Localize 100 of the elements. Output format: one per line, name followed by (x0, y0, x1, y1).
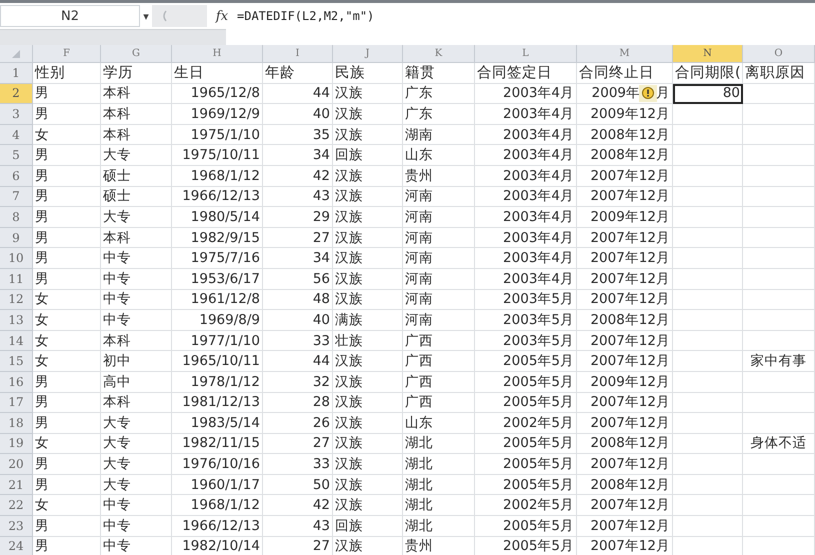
column-header[interactable]: M (577, 45, 673, 63)
table-cell: 大专 (101, 454, 172, 475)
table-cell: 女 (33, 351, 101, 372)
table-cell (673, 351, 743, 372)
table-cell: 汉族 (333, 536, 403, 555)
table-cell: 29 (263, 207, 333, 228)
row-header[interactable]: 22 (0, 495, 33, 516)
table-cell: 汉族 (333, 392, 403, 414)
table-cell: 2009年12月 (577, 104, 673, 125)
table-cell: 湖北 (403, 434, 475, 454)
dropdown-arrow[interactable]: ▾ (140, 10, 152, 22)
table-cell: 河南 (403, 186, 475, 208)
table-cell: 56 (263, 268, 333, 290)
column-header[interactable]: O (743, 45, 815, 63)
column-header[interactable]: H (172, 45, 263, 63)
name-box[interactable]: N2 (0, 5, 140, 27)
table-cell: 汉族 (333, 104, 403, 125)
table-cell: 男 (33, 413, 101, 434)
table-cell: 湖北 (403, 495, 475, 516)
table-cell: 33 (263, 454, 333, 475)
insert-function-button[interactable]: fx (207, 8, 237, 24)
row-header[interactable]: 23 (0, 516, 33, 537)
table-cell (673, 413, 743, 434)
row-header[interactable]: 15 (0, 351, 33, 372)
table-cell: 中专 (101, 310, 172, 331)
row-header[interactable]: 18 (0, 413, 33, 434)
table-cell (743, 124, 815, 146)
row-header[interactable]: 2 (0, 84, 33, 104)
row-header[interactable]: 1 (0, 63, 33, 84)
table-cell (743, 145, 815, 166)
table-cell: 42 (263, 166, 333, 187)
row-header[interactable]: 10 (0, 248, 33, 269)
table-cell: 山东 (403, 145, 475, 166)
table-cell: 大专 (101, 413, 172, 434)
table-cell: 广西 (403, 351, 475, 372)
table-cell: 男 (33, 104, 101, 125)
formula-text[interactable]: =DATEDIF(L2,M2,"m") (237, 9, 374, 23)
table-cell: 1953/6/17 (172, 268, 263, 290)
table-cell: 27 (263, 434, 333, 454)
row-header[interactable]: 17 (0, 392, 33, 414)
row-header[interactable]: 14 (0, 330, 33, 352)
table-cell: 27 (263, 228, 333, 248)
row-header[interactable]: 3 (0, 104, 33, 125)
table-cell (673, 330, 743, 352)
table-cell: 本科 (101, 124, 172, 146)
table-cell: 初中 (101, 351, 172, 372)
table-cell: 本科 (101, 330, 172, 352)
row-header[interactable]: 5 (0, 145, 33, 166)
table-cell: 2009年12月 (577, 372, 673, 392)
row-header[interactable]: 4 (0, 124, 33, 146)
table-cell: 2003年4月 (475, 186, 577, 208)
table-cell: 汉族 (333, 166, 403, 187)
column-header[interactable]: J (333, 45, 403, 63)
row-header[interactable]: 24 (0, 536, 33, 555)
table-cell: 1969/12/9 (172, 104, 263, 125)
table-cell (673, 516, 743, 537)
row-header[interactable]: 9 (0, 228, 33, 248)
row-header[interactable]: 11 (0, 268, 33, 290)
table-cell: 汉族 (333, 351, 403, 372)
table-cell: 1977/1/10 (172, 330, 263, 352)
row-header[interactable]: 20 (0, 454, 33, 475)
table-cell: 1980/5/14 (172, 207, 263, 228)
table-cell: 汉族 (333, 454, 403, 475)
table-cell (743, 228, 815, 248)
column-header[interactable]: I (263, 45, 333, 63)
table-cell: 1982/9/15 (172, 228, 263, 248)
table-cell: 硕士 (101, 166, 172, 187)
row-header[interactable]: 21 (0, 474, 33, 496)
table-cell: 2003年4月 (475, 228, 577, 248)
row-header[interactable]: 13 (0, 310, 33, 331)
active-cell[interactable]: 80 (673, 84, 743, 104)
table-cell: 1975/10/11 (172, 145, 263, 166)
column-header[interactable]: K (403, 45, 475, 63)
table-cell: 高中 (101, 372, 172, 392)
table-cell: 2007年12月 (577, 166, 673, 187)
row-header[interactable]: 16 (0, 372, 33, 392)
row-header[interactable]: 6 (0, 166, 33, 187)
table-cell: 男 (33, 474, 101, 496)
row-header[interactable]: 19 (0, 434, 33, 454)
table-cell: 汉族 (333, 124, 403, 146)
column-header[interactable]: L (475, 45, 577, 63)
table-cell: 2003年4月 (475, 248, 577, 269)
table-cell (673, 186, 743, 208)
table-cell: 2007年12月 (577, 248, 673, 269)
column-header[interactable]: F (33, 45, 101, 63)
column-header[interactable]: N (673, 45, 743, 63)
table-cell: 1968/1/12 (172, 495, 263, 516)
smart-tag-icon[interactable] (639, 84, 657, 102)
row-header[interactable]: 7 (0, 186, 33, 208)
select-all-icon[interactable] (12, 50, 20, 58)
table-cell: 河南 (403, 268, 475, 290)
table-cell: 1975/1/10 (172, 124, 263, 146)
table-cell: 1969/8/9 (172, 310, 263, 331)
row-header[interactable]: 12 (0, 290, 33, 310)
table-cell: 2003年5月 (475, 290, 577, 310)
table-cell (743, 372, 815, 392)
table-cell: 2008年12月 (577, 434, 673, 454)
row-header[interactable]: 8 (0, 207, 33, 228)
table-cell: 2008年12月 (577, 145, 673, 166)
column-header[interactable]: G (101, 45, 172, 63)
